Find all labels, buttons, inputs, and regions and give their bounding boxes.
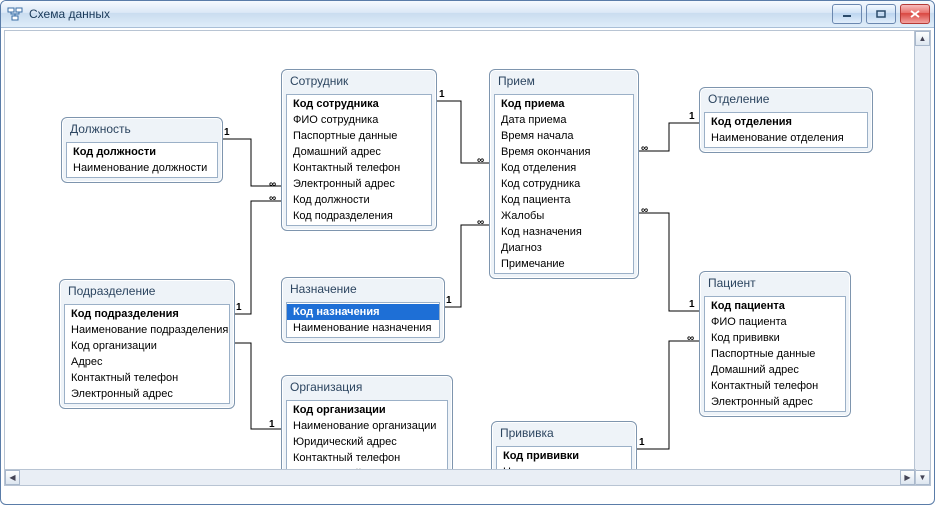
table-title: Сотрудник (282, 70, 436, 94)
field-row[interactable]: Код отделения (705, 114, 867, 130)
card-1: 1 (269, 419, 275, 430)
vertical-scrollbar[interactable]: ▲ ▼ (914, 30, 931, 486)
table-priem[interactable]: Прием Код приемаДата приемаВремя началаВ… (489, 69, 639, 279)
field-row[interactable]: Код прививки (705, 330, 845, 346)
field-row[interactable]: Домашний адрес (287, 144, 431, 160)
table-dolzhnost[interactable]: Должность Код должностиНаименование долж… (61, 117, 223, 183)
close-button[interactable] (900, 4, 930, 24)
field-row[interactable]: Адрес (65, 354, 229, 370)
table-fields: Код отделенияНаименование отделения (704, 112, 868, 148)
field-row[interactable]: Код организации (287, 402, 447, 418)
table-fields: Код подразделенияНаименование подразделе… (64, 304, 230, 404)
field-row[interactable]: Код подразделения (287, 208, 431, 224)
relationships-canvas[interactable]: 1 ∞ 1 ∞ 1 ∞ 1 ∞ 1 ∞ 1 ∞ 1 ∞ 1 ∞ Должност… (4, 30, 931, 486)
field-row[interactable]: Код должности (67, 144, 217, 160)
table-title: Организация (282, 376, 452, 400)
table-otdelenie[interactable]: Отделение Код отделенияНаименование отде… (699, 87, 873, 153)
field-row[interactable]: Диагноз (495, 240, 633, 256)
card-inf: ∞ (269, 179, 276, 190)
table-podrazdelenie[interactable]: Подразделение Код подразделенияНаименова… (59, 279, 235, 409)
field-row[interactable]: Дата приема (495, 112, 633, 128)
field-row[interactable]: Электронный адрес (287, 176, 431, 192)
table-naznachenie[interactable]: Назначение Код назначенияНаименование на… (281, 277, 445, 343)
field-row[interactable]: Юридический адрес (287, 434, 447, 450)
field-row[interactable]: Наименование назначения (287, 320, 439, 336)
field-row[interactable]: Время окончания (495, 144, 633, 160)
field-row[interactable]: Контактный телефон (705, 378, 845, 394)
table-pacient[interactable]: Пациент Код пациентаФИО пациентаКод прив… (699, 271, 851, 417)
table-title: Назначение (282, 278, 444, 302)
card-1: 1 (236, 302, 242, 313)
card-1: 1 (689, 299, 695, 310)
field-row[interactable]: Код назначения (287, 304, 439, 320)
field-row[interactable]: ФИО пациента (705, 314, 845, 330)
card-1: 1 (439, 89, 445, 100)
field-row[interactable]: Жалобы (495, 208, 633, 224)
table-fields: Код приемаДата приемаВремя началаВремя о… (494, 94, 634, 274)
table-title: Пациент (700, 272, 850, 296)
card-inf: ∞ (269, 193, 276, 204)
table-title: Прием (490, 70, 638, 94)
table-sotrudnik[interactable]: Сотрудник Код сотрудникаФИО сотрудникаПа… (281, 69, 437, 231)
field-row[interactable]: Код организации (65, 338, 229, 354)
field-row[interactable]: Код отделения (495, 160, 633, 176)
table-fields: Код пациентаФИО пациентаКод прививкиПасп… (704, 296, 846, 412)
field-row[interactable]: Контактный телефон (287, 160, 431, 176)
field-row[interactable]: Код сотрудника (495, 176, 633, 192)
field-row[interactable]: Наименование отделения (705, 130, 867, 146)
window-title: Схема данных (29, 7, 832, 21)
field-row[interactable]: Контактный телефон (287, 450, 447, 466)
field-row[interactable]: Наименование организации (287, 418, 447, 434)
maximize-button[interactable] (866, 4, 896, 24)
card-inf: ∞ (641, 205, 648, 216)
app-window: Схема данных (0, 0, 935, 505)
table-title: Прививка (492, 422, 636, 446)
field-row[interactable]: Домашний адрес (705, 362, 845, 378)
field-row[interactable]: Электронный адрес (65, 386, 229, 402)
field-row[interactable]: Код подразделения (65, 306, 229, 322)
table-fields: Код должностиНаименование должности (66, 142, 218, 178)
field-row[interactable]: Время начала (495, 128, 633, 144)
scroll-right-icon[interactable]: ▶ (900, 470, 915, 485)
field-row[interactable]: Паспортные данные (287, 128, 431, 144)
scroll-up-icon[interactable]: ▲ (915, 31, 930, 46)
field-row[interactable]: Электронный адрес (705, 394, 845, 410)
field-row[interactable]: Код приема (495, 96, 633, 112)
card-inf: ∞ (641, 143, 648, 154)
table-title: Подразделение (60, 280, 234, 304)
field-row[interactable]: Код сотрудника (287, 96, 431, 112)
table-fields: Код назначенияНаименование назначения (286, 302, 440, 338)
card-inf: ∞ (687, 333, 694, 344)
card-1: 1 (639, 437, 645, 448)
card-1: 1 (224, 127, 230, 138)
field-row[interactable]: Контактный телефон (65, 370, 229, 386)
field-row[interactable]: Код пациента (495, 192, 633, 208)
window-buttons (832, 4, 930, 24)
schema-icon (7, 6, 23, 22)
card-inf: ∞ (477, 155, 484, 166)
field-row[interactable]: Наименование должности (67, 160, 217, 176)
titlebar[interactable]: Схема данных (1, 1, 934, 28)
field-row[interactable]: Примечание (495, 256, 633, 272)
field-row[interactable]: ФИО сотрудника (287, 112, 431, 128)
card-1: 1 (446, 295, 452, 306)
table-title: Отделение (700, 88, 872, 112)
field-row[interactable]: Код прививки (497, 448, 631, 464)
field-row[interactable]: Наименование подразделения (65, 322, 229, 338)
minimize-button[interactable] (832, 4, 862, 24)
card-inf: ∞ (477, 217, 484, 228)
scroll-down-icon[interactable]: ▼ (915, 470, 930, 485)
field-row[interactable]: Код должности (287, 192, 431, 208)
field-row[interactable]: Код пациента (705, 298, 845, 314)
horizontal-scrollbar[interactable]: ◀ ▶ (4, 469, 916, 486)
scroll-left-icon[interactable]: ◀ (5, 470, 20, 485)
card-1: 1 (689, 111, 695, 122)
field-row[interactable]: Код назначения (495, 224, 633, 240)
table-fields: Код сотрудникаФИО сотрудникаПаспортные д… (286, 94, 432, 226)
field-row[interactable]: Паспортные данные (705, 346, 845, 362)
table-title: Должность (62, 118, 222, 142)
